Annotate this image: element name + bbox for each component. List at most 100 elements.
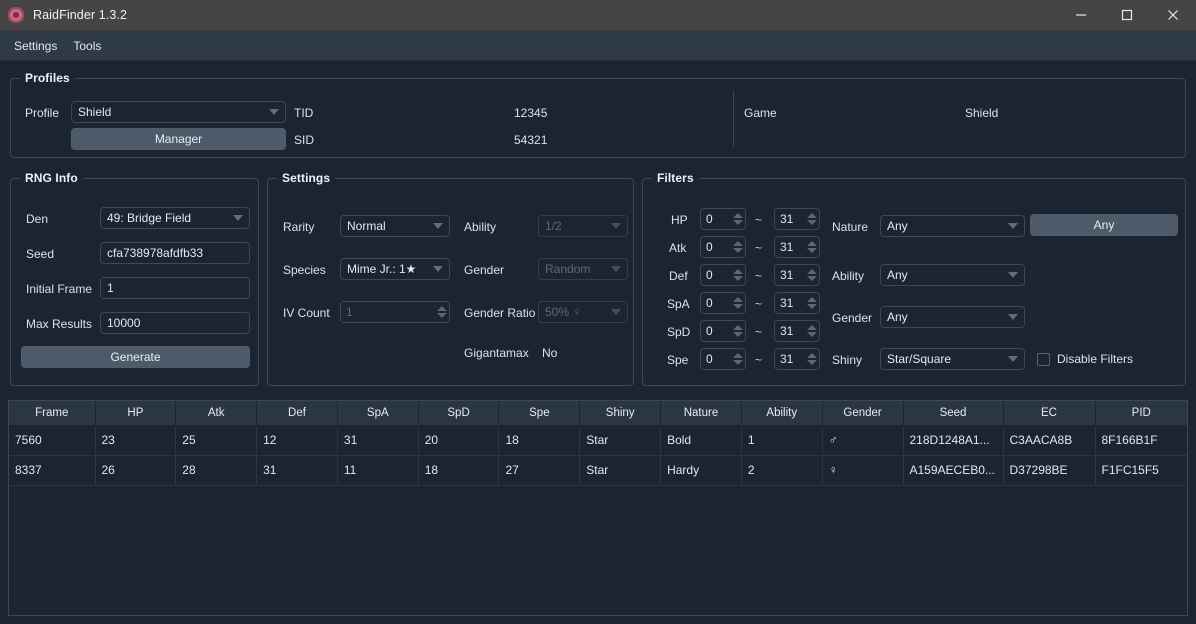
- stepper-arrows-icon[interactable]: [806, 349, 819, 369]
- table-column-header-ability[interactable]: Ability: [741, 401, 823, 426]
- filter-spa-tilde: ~: [755, 297, 763, 311]
- table-cell: 8337: [9, 455, 96, 486]
- generate-button[interactable]: Generate: [21, 346, 250, 368]
- checkbox-icon[interactable]: [1037, 352, 1050, 366]
- filter-nature-any-button[interactable]: Any: [1030, 214, 1178, 236]
- table-cell: 1: [741, 425, 823, 456]
- table-column-header-shiny[interactable]: Shiny: [579, 401, 662, 426]
- table-column-header-pid[interactable]: PID: [1095, 401, 1187, 426]
- stepper-arrows-icon[interactable]: [732, 265, 745, 285]
- filter-spe-max-stepper[interactable]: 31: [774, 348, 820, 370]
- table-column-header-frame[interactable]: Frame: [9, 401, 96, 426]
- iv-count-stepper[interactable]: 1: [340, 301, 450, 323]
- filter-def-min-stepper[interactable]: 0: [700, 264, 746, 286]
- filter-atk-min-stepper[interactable]: 0: [700, 236, 746, 258]
- manager-button[interactable]: Manager: [71, 128, 286, 150]
- table-column-header-spd[interactable]: SpD: [418, 401, 500, 426]
- settings-ability-combo[interactable]: 1/2: [538, 215, 628, 237]
- table-cell: ♀: [822, 455, 904, 486]
- rarity-label: Rarity: [283, 220, 315, 234]
- minimize-button[interactable]: [1058, 0, 1104, 31]
- disable-filters-checkbox[interactable]: Disable Filters: [1037, 352, 1133, 366]
- filter-hp-min-stepper[interactable]: 0: [700, 208, 746, 230]
- title-bar: RaidFinder 1.3.2: [0, 0, 1196, 31]
- results-table[interactable]: Frame HP Atk Def SpA SpD Spe Shiny Nature Ability…: [8, 400, 1188, 616]
- table-column-header-spe[interactable]: Spe: [498, 401, 581, 426]
- filter-ability-label: Ability: [832, 269, 865, 283]
- table-column-header-atk[interactable]: Atk: [175, 401, 258, 426]
- stepper-arrows-icon[interactable]: [732, 293, 745, 313]
- filter-spa-min-stepper[interactable]: 0: [700, 292, 746, 314]
- stepper-arrows-icon[interactable]: [806, 293, 819, 313]
- filter-spd-max-stepper[interactable]: 31: [774, 320, 820, 342]
- table-cell: C3AACA8B: [1003, 425, 1096, 456]
- filter-spd-min-stepper[interactable]: 0: [700, 320, 746, 342]
- den-label: Den: [26, 212, 49, 226]
- max-results-label: Max Results: [26, 317, 93, 331]
- table-cell: 28: [175, 455, 258, 486]
- stepper-arrows-icon[interactable]: [436, 302, 449, 322]
- filter-atk-max-stepper[interactable]: 31: [774, 236, 820, 258]
- table-column-header-ec[interactable]: EC: [1003, 401, 1096, 426]
- filter-gender-combo[interactable]: Any: [880, 306, 1025, 328]
- filter-gender-value: Any: [887, 310, 908, 324]
- seed-input[interactable]: cfa738978afdfb33: [100, 242, 250, 264]
- filter-spd-label: SpD: [667, 325, 691, 339]
- filter-nature-combo[interactable]: Any: [880, 215, 1025, 237]
- filter-spe-label: Spe: [667, 353, 689, 367]
- filter-shiny-combo[interactable]: Star/Square: [880, 348, 1025, 370]
- stepper-arrows-icon[interactable]: [732, 209, 745, 229]
- rarity-combo-value: Normal: [347, 219, 386, 233]
- menu-item-settings[interactable]: Settings: [6, 35, 65, 57]
- gender-ratio-combo[interactable]: 50% ♀: [538, 301, 628, 323]
- chevron-down-icon: [269, 109, 279, 115]
- initial-frame-label: Initial Frame: [26, 282, 93, 296]
- species-combo[interactable]: Mime Jr.: 1★: [340, 258, 450, 280]
- filter-def-max-stepper[interactable]: 31: [774, 264, 820, 286]
- filter-ability-combo[interactable]: Any: [880, 264, 1025, 286]
- stepper-arrows-icon[interactable]: [806, 209, 819, 229]
- table-column-header-gender[interactable]: Gender: [822, 401, 904, 426]
- filter-atk-max-value: 31: [780, 240, 794, 254]
- table-column-header-spa[interactable]: SpA: [337, 401, 419, 426]
- table-row[interactable]: 7560 23 25 12 31 20 18 Star Bold 1 ♂ 218D1248A1... C…: [9, 425, 1187, 456]
- table-column-header-seed[interactable]: Seed: [903, 401, 1004, 426]
- initial-frame-input[interactable]: 1: [100, 277, 250, 299]
- table-column-header-def[interactable]: Def: [256, 401, 338, 426]
- filter-ability-value: Any: [887, 268, 908, 282]
- close-button[interactable]: [1150, 0, 1196, 31]
- filter-spa-max-stepper[interactable]: 31: [774, 292, 820, 314]
- table-cell: 27: [498, 455, 581, 486]
- stepper-arrows-icon[interactable]: [806, 321, 819, 341]
- table-cell: Star: [579, 425, 662, 456]
- filter-hp-max-stepper[interactable]: 31: [774, 208, 820, 230]
- profiles-group-title: Profiles: [20, 71, 75, 85]
- den-combo-value: 49: Bridge Field: [107, 211, 192, 225]
- rarity-combo[interactable]: Normal: [340, 215, 450, 237]
- den-combo[interactable]: 49: Bridge Field: [100, 207, 250, 229]
- chevron-down-icon: [233, 215, 243, 221]
- table-cell: Star: [579, 455, 662, 486]
- tid-value: 12345: [514, 106, 548, 120]
- table-cell: 2: [741, 455, 823, 486]
- table-column-header-hp[interactable]: HP: [95, 401, 177, 426]
- stepper-arrows-icon[interactable]: [732, 321, 745, 341]
- table-row[interactable]: 8337 26 28 31 11 18 27 Star Hardy 2 ♀ A159AECEB0...…: [9, 455, 1187, 486]
- menu-item-tools[interactable]: Tools: [65, 35, 109, 57]
- chevron-down-icon: [433, 266, 443, 272]
- chevron-down-icon: [1008, 356, 1018, 362]
- stepper-arrows-icon[interactable]: [732, 349, 745, 369]
- species-label: Species: [283, 263, 326, 277]
- stepper-arrows-icon[interactable]: [806, 237, 819, 257]
- settings-gender-combo[interactable]: Random: [538, 258, 628, 280]
- profile-combo[interactable]: Shield: [71, 101, 286, 123]
- maximize-button[interactable]: [1104, 0, 1150, 31]
- sid-value: 54321: [514, 133, 548, 147]
- stepper-arrows-icon[interactable]: [732, 237, 745, 257]
- max-results-input[interactable]: 10000: [100, 312, 250, 334]
- stepper-arrows-icon[interactable]: [806, 265, 819, 285]
- table-column-header-nature[interactable]: Nature: [660, 401, 742, 426]
- filter-nature-label: Nature: [832, 220, 869, 234]
- table-cell: 18: [418, 455, 500, 486]
- filter-spe-min-stepper[interactable]: 0: [700, 348, 746, 370]
